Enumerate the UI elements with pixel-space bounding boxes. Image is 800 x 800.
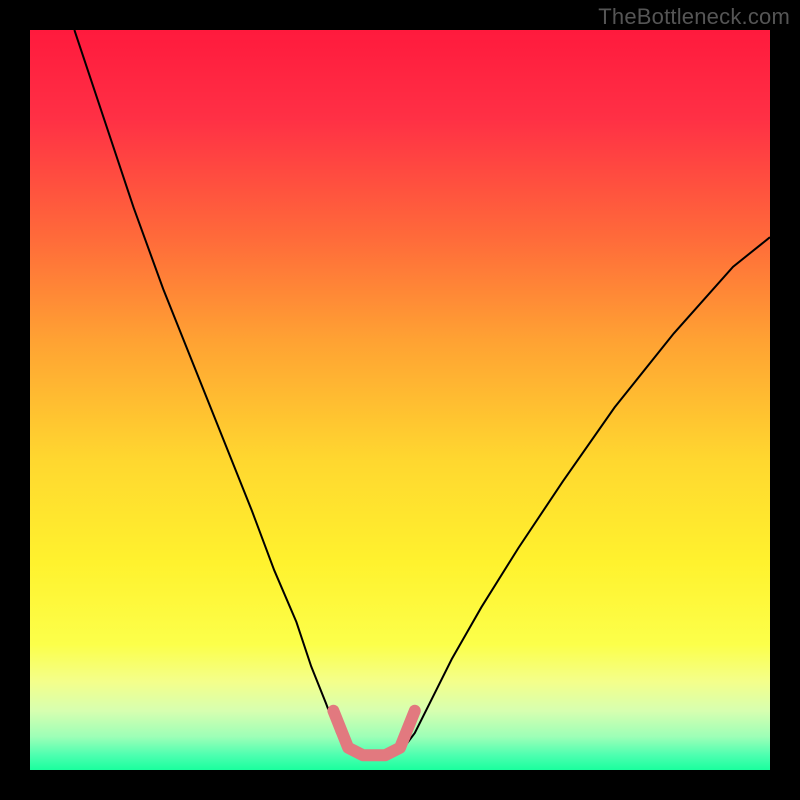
series-optimal-marker [333,711,414,755]
watermark-label: TheBottleneck.com [598,4,790,30]
marker-layer [30,30,770,770]
plot-area [30,30,770,770]
chart-frame: TheBottleneck.com [0,0,800,800]
